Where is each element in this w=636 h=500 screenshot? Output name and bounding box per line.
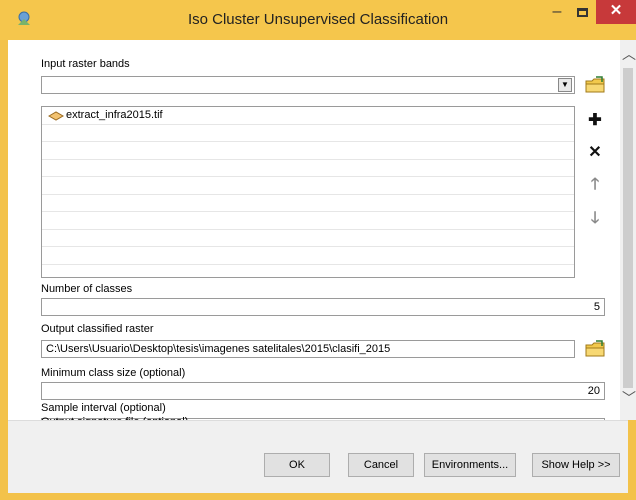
open-folder-icon[interactable] [584,339,606,359]
output-raster-label: Output classified raster [41,323,154,335]
open-folder-icon[interactable] [584,75,606,95]
remove-button[interactable]: ✕ [584,142,606,164]
close-button[interactable]: ✕ [596,0,636,24]
environments-button[interactable]: Environments... [424,453,516,477]
num-classes-label: Number of classes [41,283,133,295]
list-item [42,142,574,160]
list-item [42,177,574,195]
cancel-button[interactable]: Cancel [348,453,414,477]
num-classes-input[interactable]: 5 [41,298,605,316]
window-title: Iso Cluster Unsupervised Classification [187,11,449,28]
list-item [42,247,574,265]
dialog-body: Input raster bands ▼ extract_infra2015.t… [8,40,636,493]
maximize-icon [577,8,588,17]
list-item [42,160,574,177]
maximize-button[interactable] [570,4,596,24]
list-item-label: extract_infra2015.tif [66,109,163,121]
ok-button[interactable]: OK [264,453,330,477]
input-bands-dropdown[interactable]: ▼ [41,76,575,94]
dialog-window: Iso Cluster Unsupervised Classification … [0,0,636,500]
vertical-scrollbar[interactable]: ︿ ﹀ [620,40,636,420]
chevron-down-icon[interactable]: ▼ [558,78,572,92]
output-raster-input[interactable]: C:\Users\Usuario\Desktop\tesis\imagenes … [41,340,575,358]
min-class-size-label: Minimum class size (optional) [41,367,186,379]
minimize-button[interactable]: – [544,4,570,24]
add-button[interactable]: ✚ [584,110,606,132]
list-item [42,212,574,230]
move-up-button[interactable]: 🡑 [584,174,606,196]
parameters-panel: Input raster bands ▼ extract_infra2015.t… [8,40,620,420]
list-item [42,230,574,247]
list-item [42,195,574,212]
button-bar: OK Cancel Environments... Show Help >> [8,420,628,493]
input-bands-list[interactable]: extract_infra2015.tif [41,106,575,278]
sample-interval-label: Sample interval (optional) [41,402,166,414]
list-item [42,125,574,142]
list-item[interactable]: extract_infra2015.tif [42,107,574,125]
scrollbar-thumb[interactable] [623,68,633,388]
scroll-up-icon[interactable]: ︿ [622,47,636,61]
show-help-button[interactable]: Show Help >> [532,453,620,477]
raster-layer-icon [48,111,64,121]
min-class-size-input[interactable]: 20 [41,382,605,400]
scroll-down-icon[interactable]: ﹀ [622,391,636,405]
move-down-button[interactable]: 🡓 [584,208,606,230]
title-bar[interactable]: Iso Cluster Unsupervised Classification … [0,0,636,40]
input-bands-label: Input raster bands [41,58,130,70]
